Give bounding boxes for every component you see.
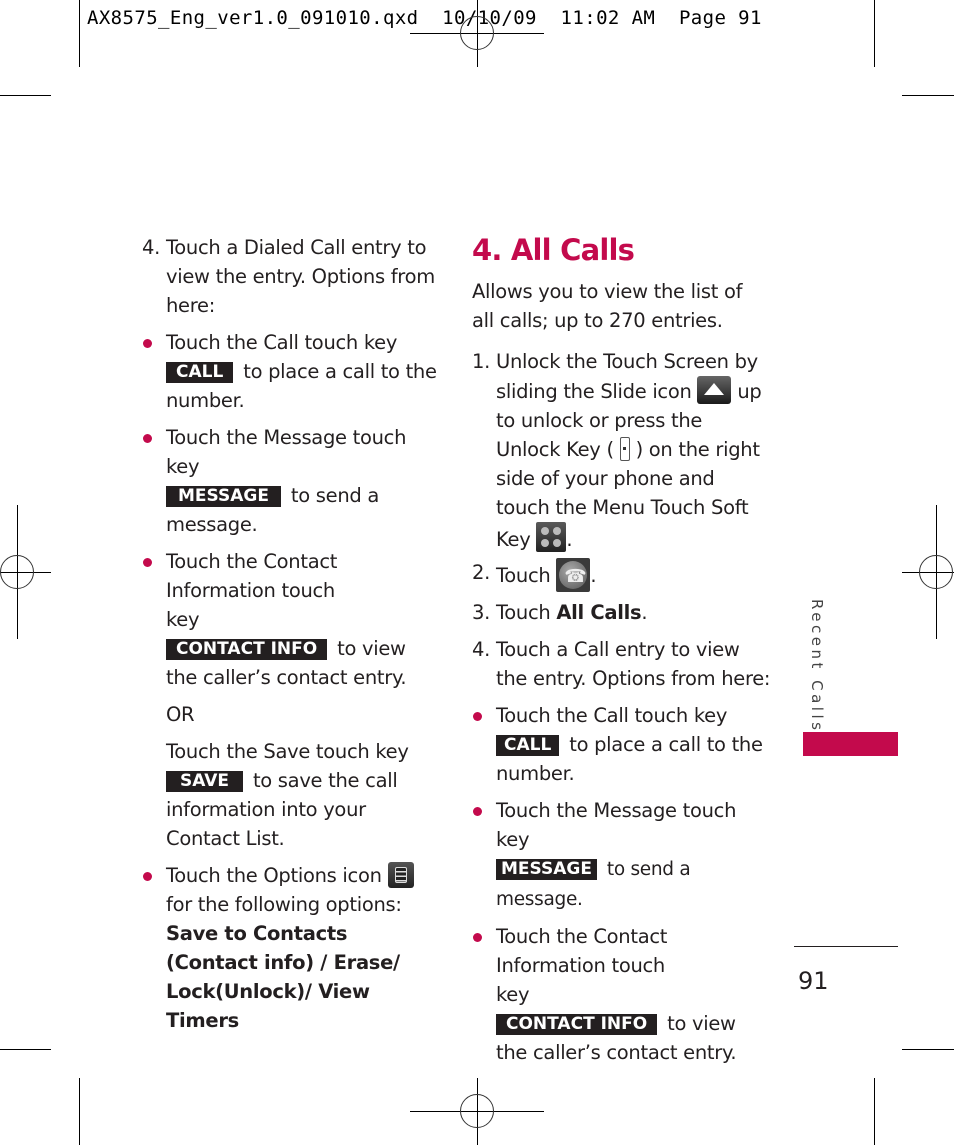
bullet-options: Touch the Options icon for the following… bbox=[142, 861, 442, 1035]
step-1: 1. Unlock the Touch Screen by sliding th… bbox=[472, 350, 762, 552]
contact-info-key: CONTACT INFO bbox=[166, 639, 328, 660]
bullet-message: Touch the Message touch key MESSAGE to s… bbox=[472, 796, 772, 914]
bullet-call: Touch the Call touch key CALL to place a… bbox=[142, 328, 442, 415]
options-list: Save to Contacts (Contact info) / Erase/… bbox=[166, 922, 400, 1032]
crop-mark bbox=[0, 1049, 51, 1050]
left-column: 4. Touch a Dialed Call entry to view the… bbox=[142, 233, 442, 1035]
registration-mark bbox=[919, 555, 953, 589]
bullet-icon bbox=[143, 434, 152, 443]
crop-mark bbox=[0, 95, 51, 96]
crop-mark bbox=[79, 0, 80, 67]
slide-icon bbox=[697, 376, 732, 404]
page-number: 91 bbox=[798, 967, 829, 995]
crop-mark bbox=[902, 1049, 954, 1050]
bullet-icon bbox=[143, 339, 152, 348]
section-tab-marker bbox=[803, 732, 898, 756]
crop-mark bbox=[874, 1078, 875, 1145]
step-4-dialed: 4. Touch a Dialed Call entry to view the… bbox=[142, 233, 442, 320]
bullet-contact-info: Touch the Contact Information touch key … bbox=[142, 547, 442, 692]
step-number: 4. bbox=[142, 236, 161, 259]
step-text: Touch a Dialed Call entry to view the en… bbox=[166, 236, 435, 317]
slug-line: AX8575_Eng_ver1.0_091010.qxd 10/10/09 11… bbox=[87, 7, 762, 29]
bullet-icon bbox=[143, 558, 152, 567]
call-key: CALL bbox=[496, 735, 560, 756]
message-key: MESSAGE bbox=[166, 486, 281, 507]
crop-mark bbox=[902, 95, 954, 96]
bullet-icon bbox=[143, 872, 152, 881]
or-label: OR bbox=[166, 703, 195, 726]
save-instruction: Touch the Save touch key SAVE to save th… bbox=[166, 740, 409, 850]
bullet-message: Touch the Message touch key MESSAGE to s… bbox=[142, 423, 442, 539]
registration-mark bbox=[0, 555, 34, 589]
footer-rule bbox=[794, 946, 898, 947]
step-2: 2. Touch . bbox=[472, 558, 772, 592]
bullet-icon bbox=[473, 933, 482, 942]
step-3: 3. Touch All Calls. bbox=[472, 601, 648, 624]
call-log-icon bbox=[556, 558, 591, 592]
crop-mark bbox=[874, 0, 875, 67]
step-4: 4. Touch a Call entry to view the entry.… bbox=[472, 638, 771, 690]
save-key: SAVE bbox=[166, 771, 244, 792]
unlock-key-icon bbox=[619, 437, 630, 461]
registration-mark bbox=[460, 16, 494, 50]
section-title: 4. All Calls bbox=[472, 233, 635, 267]
right-column: 4. All Calls Allows you to view the list… bbox=[472, 233, 772, 1067]
message-key: MESSAGE bbox=[496, 859, 597, 880]
menu-icon bbox=[536, 522, 567, 552]
section-tab-label: Recent Calls bbox=[808, 599, 826, 734]
contact-info-key: CONTACT INFO bbox=[496, 1014, 658, 1035]
section-intro: Allows you to view the list of all calls… bbox=[472, 280, 743, 332]
bullet-contact-info: Touch the Contact Information touch key … bbox=[472, 922, 772, 1067]
crop-mark bbox=[79, 1078, 80, 1145]
options-icon bbox=[387, 862, 414, 888]
bullet-icon bbox=[473, 807, 482, 816]
bullet-call: Touch the Call touch key CALL to place a… bbox=[472, 701, 772, 788]
registration-mark bbox=[460, 1094, 494, 1128]
bullet-icon bbox=[473, 712, 482, 721]
call-key: CALL bbox=[166, 362, 234, 383]
